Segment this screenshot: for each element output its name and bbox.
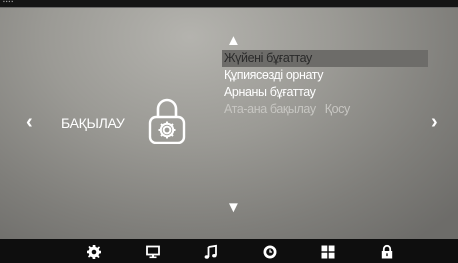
previous-section-arrow[interactable]: ‹ (26, 112, 33, 132)
tab-apps[interactable] (320, 244, 336, 260)
scroll-down-arrow[interactable]: ▼ (226, 200, 241, 215)
music-note-icon (204, 244, 217, 259)
next-section-arrow[interactable]: › (431, 112, 438, 132)
top-status-bar: ▪▪▪▪ (0, 0, 458, 7)
menu-item-label: Құпиясөзді орнату (224, 68, 324, 82)
tab-settings[interactable] (86, 244, 102, 260)
tab-audio[interactable] (203, 244, 219, 260)
monitor-icon (146, 245, 160, 259)
status-glyph: ▪▪▪▪ (3, 0, 15, 5)
menu-item-label: Ата-ана бақылау (224, 102, 316, 116)
lock-icon (381, 244, 393, 259)
clock-icon (263, 245, 277, 259)
menu-item-value: Қосу (324, 102, 351, 116)
menu-item-system-lock[interactable]: Жүйені бұғаттау (222, 50, 428, 67)
tab-lock[interactable] (379, 244, 395, 260)
section-title: БАҚЫЛАУ (61, 115, 125, 131)
menu-item-label: Арнаны бұғаттау (224, 85, 316, 99)
scroll-up-arrow[interactable]: ▲ (226, 33, 241, 48)
menu-item-parental-control[interactable]: Ата-ана бақылау Қосу (222, 101, 428, 118)
menu-item-label: Жүйені бұғаттау (224, 51, 312, 65)
tab-time[interactable] (262, 244, 278, 260)
menu-item-set-password[interactable]: Құпиясөзді орнату (222, 67, 428, 84)
grid-icon (321, 245, 335, 259)
gear-icon (87, 245, 101, 259)
menu-item-channel-lock[interactable]: Арнаны бұғаттау (222, 84, 428, 101)
settings-menu: Жүйені бұғаттау Құпиясөзді орнату Арнаны… (222, 50, 428, 118)
padlock-gear-icon (147, 96, 187, 145)
tab-display[interactable] (145, 244, 161, 260)
